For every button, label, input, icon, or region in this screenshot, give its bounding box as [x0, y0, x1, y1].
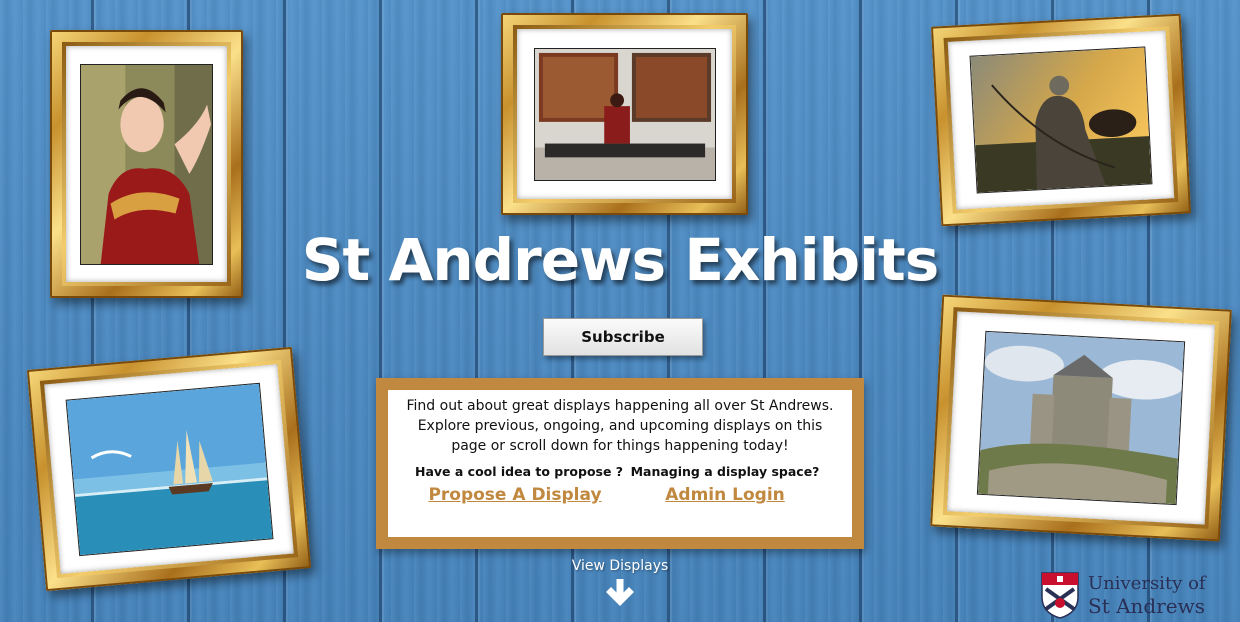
university-name-line2: St Andrews	[1088, 594, 1206, 618]
intro-description: Find out about great displays happening …	[406, 398, 834, 454]
propose-question: Have a cool idea to propose ?	[415, 464, 624, 479]
university-logo: University of St Andrews	[1040, 570, 1235, 620]
admin-section: Managing a display space? Admin Login	[625, 464, 825, 505]
framed-photo-gallery	[501, 13, 748, 215]
site-title: St Andrews Exhibits	[301, 226, 939, 294]
view-displays-button[interactable]: View Displays	[560, 558, 680, 608]
university-name-line1: University of	[1088, 573, 1206, 594]
sailing-ship-photo	[65, 382, 273, 556]
gallery-photo	[533, 47, 716, 181]
info-panel: Find out about great displays happening …	[376, 378, 864, 549]
admin-login-link[interactable]: Admin Login	[665, 485, 785, 505]
crest-icon	[1041, 572, 1079, 619]
castle-photo	[976, 330, 1186, 506]
down-arrow-icon	[606, 579, 634, 606]
framed-photo-castle	[930, 294, 1232, 542]
subscribe-button[interactable]: Subscribe	[543, 318, 703, 356]
view-displays-label: View Displays	[571, 558, 669, 574]
admin-question: Managing a display space?	[630, 464, 820, 479]
framed-photo-knight	[930, 13, 1192, 227]
propose-display-link[interactable]: Propose A Display	[428, 485, 601, 505]
framed-photo-ship	[26, 346, 312, 592]
propose-section: Have a cool idea to propose ? Propose A …	[415, 464, 624, 505]
knight-photo	[969, 46, 1153, 194]
